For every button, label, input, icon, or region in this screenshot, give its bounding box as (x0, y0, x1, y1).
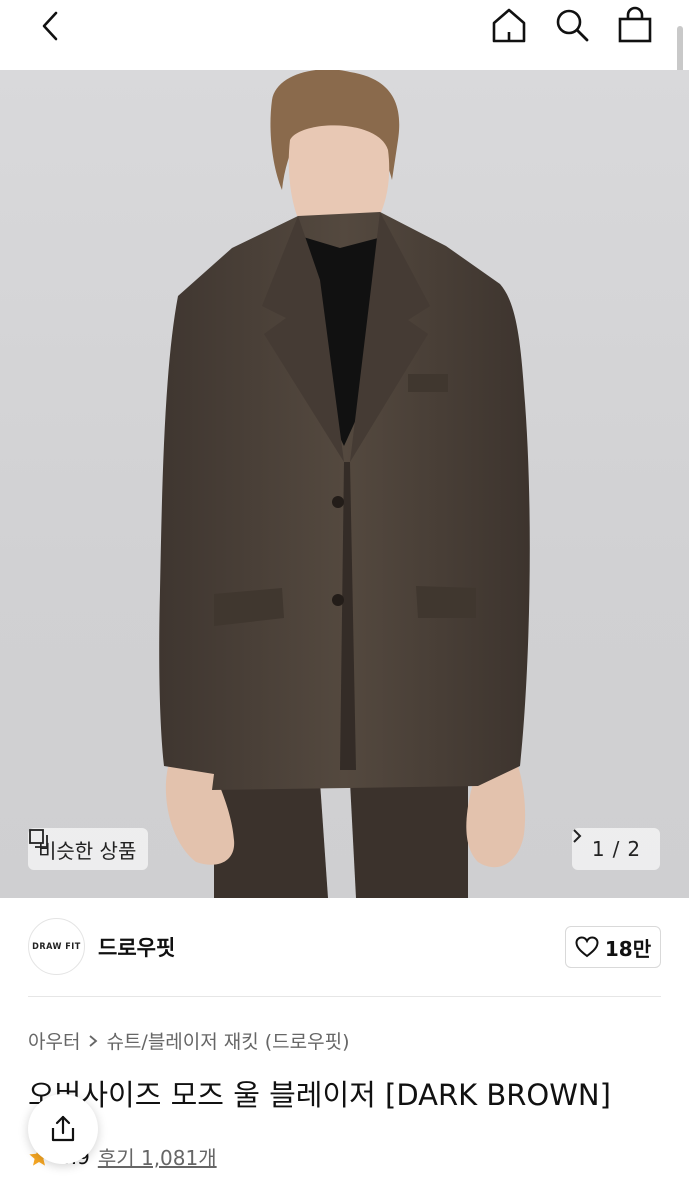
like-button[interactable]: 18만 (565, 926, 661, 968)
chevron-left-icon (42, 11, 58, 41)
brand-row: DRAW FIT 드로우핏 18만 (0, 898, 689, 996)
brand-logo[interactable]: DRAW FIT (28, 918, 85, 975)
back-button[interactable] (30, 6, 70, 46)
shopping-bag-button[interactable] (614, 4, 656, 46)
product-photo (159, 70, 530, 898)
image-pager[interactable]: 1 / 2 (572, 828, 660, 870)
review-count-link[interactable]: 후기 1,081개 (98, 1142, 217, 1171)
pager-current: 1 (591, 837, 605, 861)
share-icon (51, 1115, 75, 1142)
top-bar (0, 0, 689, 120)
divider (28, 996, 661, 997)
chevron-right-icon (89, 1034, 98, 1047)
brand-name-link[interactable]: 드로우핏 (98, 932, 175, 962)
search-button[interactable] (551, 4, 593, 46)
home-icon (492, 8, 526, 43)
product-title: 오버사이즈 모즈 울 블레이저 [DARK BROWN] (28, 1078, 611, 1112)
pager-total: 2 (627, 837, 641, 861)
breadcrumb-item[interactable]: 슈트/블레이저 재킷 (드로우핏) (106, 1027, 349, 1054)
breadcrumb: 아우터 슈트/블레이저 재킷 (드로우핏) (28, 1027, 350, 1054)
pager-separator: / (612, 837, 620, 861)
shopping-bag-icon (618, 6, 652, 43)
chevron-right-icon (573, 829, 582, 843)
home-button[interactable] (488, 4, 530, 46)
share-button[interactable] (28, 1094, 98, 1164)
similar-products-label: 비슷한 상품 (38, 838, 137, 863)
breadcrumb-item[interactable]: 아우터 (28, 1027, 80, 1054)
like-count: 18만 (604, 936, 652, 961)
search-icon (556, 9, 589, 42)
similar-products-button[interactable]: 비슷한 상품 (28, 828, 149, 870)
heart-icon (575, 936, 599, 958)
product-image-carousel[interactable]: 비슷한 상품 1 / 2 (0, 70, 689, 898)
copy-squares-icon (29, 829, 48, 848)
brand-logo-text: DRAW FIT (32, 941, 81, 952)
